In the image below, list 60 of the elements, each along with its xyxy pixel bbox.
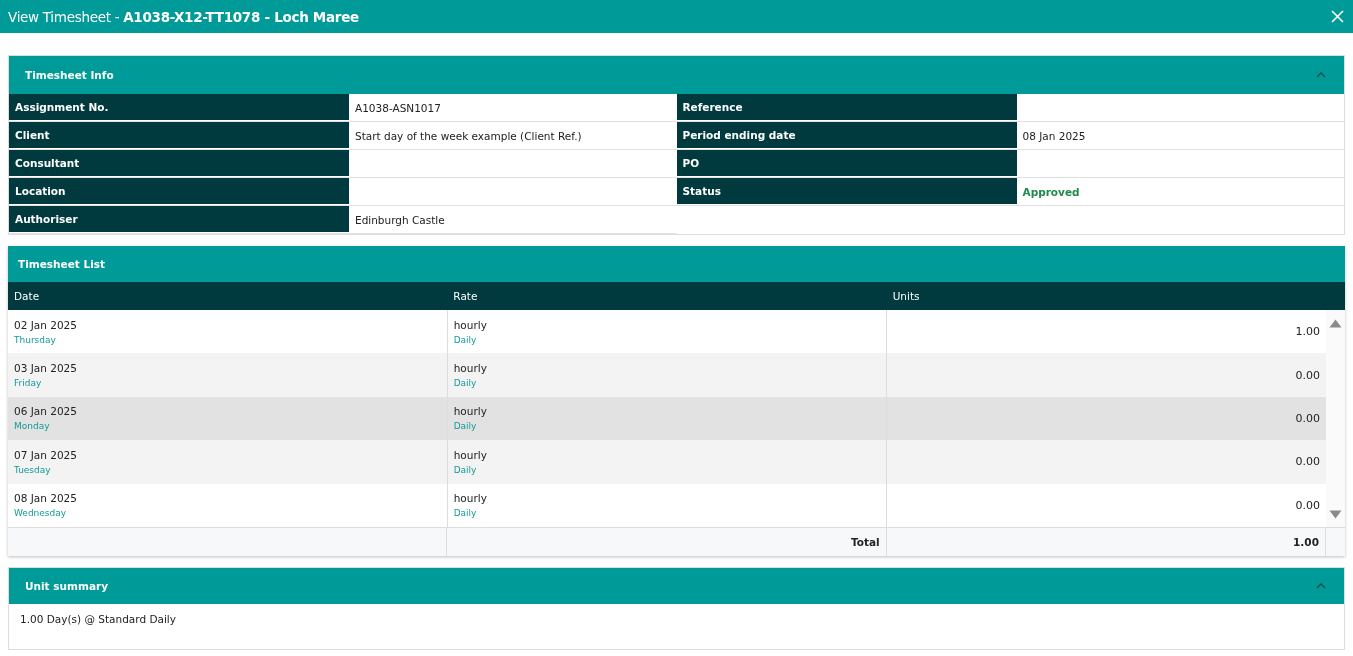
rate-type-text: Daily xyxy=(453,508,478,519)
close-icon xyxy=(1331,10,1344,23)
section-title: Timesheet List xyxy=(18,258,106,270)
section-title: Timesheet Info xyxy=(25,69,114,81)
rate-text: hourly xyxy=(453,405,488,418)
table-row[interactable]: 06 Jan 2025 Monday hourly Daily 0.00 xyxy=(8,396,1326,441)
status-value: Approved xyxy=(1022,185,1080,198)
total-label: Total xyxy=(850,535,880,548)
field-label: Consultant xyxy=(9,150,349,177)
window-title: View Timesheet - A1038-X12-TT1078 - Loch Maree xyxy=(8,8,359,25)
date-text: 06 Jan 2025 xyxy=(14,405,78,418)
units-text: 0.00 xyxy=(1295,498,1320,512)
field-value: Start day of the week example (Client Ref.) xyxy=(355,129,582,142)
rate-text: hourly xyxy=(453,492,488,505)
column-header: Units xyxy=(891,290,921,302)
collapse-toggle[interactable] xyxy=(1314,70,1328,80)
rate-type-text: Daily xyxy=(453,378,478,389)
field-label: Reference xyxy=(676,94,1017,121)
weekday-text: Tuesday xyxy=(14,464,52,475)
rate-type-text: Daily xyxy=(453,421,478,432)
scrollbar[interactable] xyxy=(1326,310,1345,527)
date-text: 03 Jan 2025 xyxy=(14,362,78,375)
field-label: Location xyxy=(9,178,349,205)
weekday-text: Thursday xyxy=(14,334,57,345)
rate-type-text: Daily xyxy=(453,464,478,475)
scroll-up-icon[interactable] xyxy=(1329,319,1342,328)
field-label: Assignment No. xyxy=(9,94,349,121)
field-value: 08 Jan 2025 xyxy=(1022,129,1086,142)
section-title: Unit summary xyxy=(25,579,108,592)
summary-text: 1.00 Day(s) @ Standard Daily xyxy=(20,612,176,625)
field-value: Edinburgh Castle xyxy=(355,213,445,226)
units-text: 0.00 xyxy=(1295,411,1320,425)
date-text: 07 Jan 2025 xyxy=(14,448,78,461)
units-text: 1.00 xyxy=(1295,325,1320,339)
chevron-icon xyxy=(1316,582,1326,589)
field-value: A1038-ASN1017 xyxy=(355,101,441,114)
close-button[interactable] xyxy=(1329,8,1346,25)
weekday-text: Friday xyxy=(14,378,43,389)
column-header: Rate xyxy=(452,290,479,302)
field-label: Status xyxy=(676,178,1017,205)
total-value: 1.00 xyxy=(1293,535,1319,548)
field-label: Client xyxy=(9,122,349,149)
scroll-down-icon[interactable] xyxy=(1329,509,1342,519)
units-text: 0.00 xyxy=(1295,368,1320,382)
table-row[interactable]: 07 Jan 2025 Tuesday hourly Daily 0.00 xyxy=(8,440,1326,484)
field-label: PO xyxy=(676,150,1017,177)
rate-type-text: Daily xyxy=(453,334,478,345)
date-text: 08 Jan 2025 xyxy=(14,492,78,505)
weekday-text: Wednesday xyxy=(14,508,68,519)
chevron-icon xyxy=(1316,72,1326,78)
field-label: Authoriser xyxy=(9,206,349,233)
rate-text: hourly xyxy=(453,318,488,331)
column-header: Date xyxy=(13,290,41,302)
table-row[interactable]: 03 Jan 2025 Friday hourly Daily 0.00 xyxy=(8,353,1326,397)
rate-text: hourly xyxy=(453,448,488,461)
date-text: 02 Jan 2025 xyxy=(14,318,78,331)
field-label: Period ending date xyxy=(676,122,1017,149)
units-text: 0.00 xyxy=(1295,455,1320,469)
rate-text: hourly xyxy=(453,362,488,375)
weekday-text: Monday xyxy=(14,421,51,432)
